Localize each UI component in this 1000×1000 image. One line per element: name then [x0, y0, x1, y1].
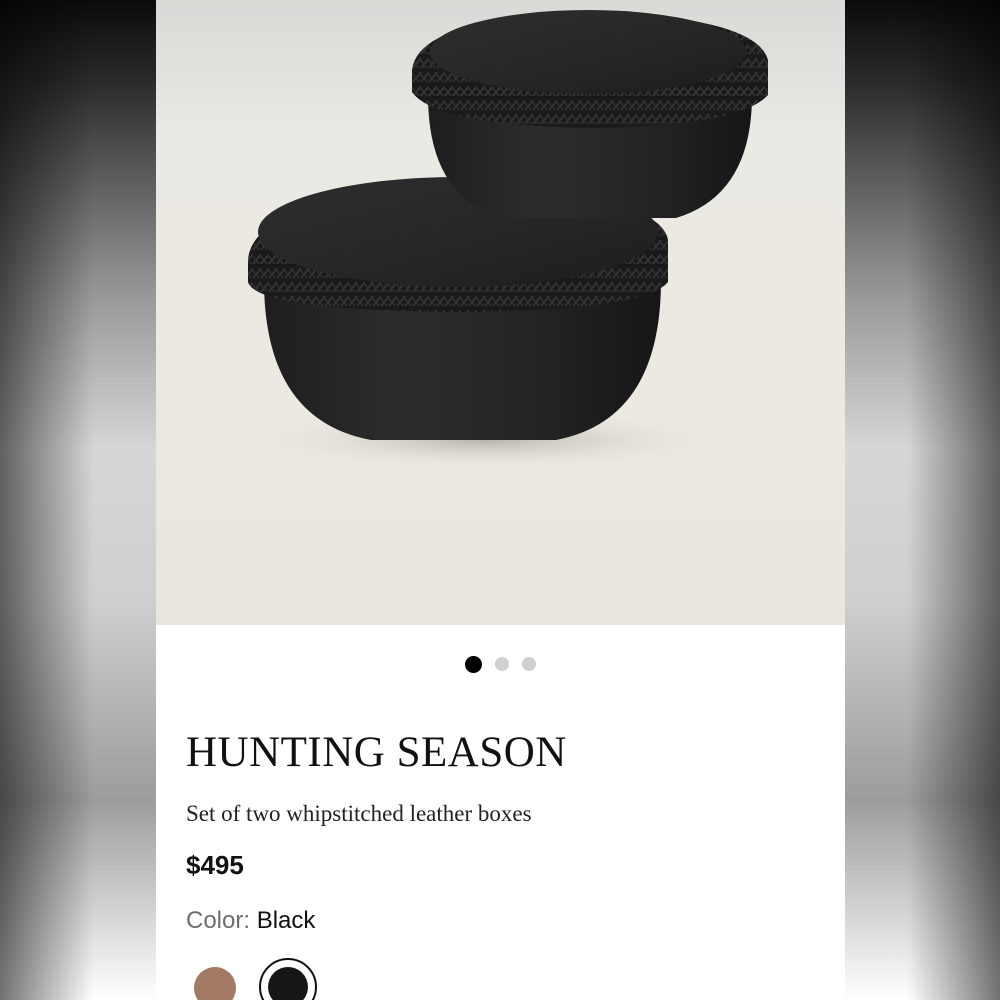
product-price: $495: [186, 850, 244, 880]
blurred-backdrop-right: [845, 0, 1000, 1000]
carousel-dot-2[interactable]: [495, 657, 509, 671]
carousel-dots: [156, 656, 845, 673]
leather-boxes-photo: [246, 10, 768, 470]
color-swatch-black-fill: [268, 967, 308, 1000]
color-swatch-black[interactable]: [259, 958, 317, 1000]
carousel-dot-3[interactable]: [522, 657, 536, 671]
carousel-dot-1[interactable]: [465, 656, 482, 673]
color-selection-label: Color: Black: [186, 907, 315, 935]
color-value: Black: [256, 907, 316, 934]
brand-name[interactable]: HUNTING SEASON: [186, 728, 567, 777]
product-description: Set of two whipstitched leather boxes: [186, 801, 532, 826]
product-detail-panel: HUNTING SEASON Set of two whipstitched l…: [156, 0, 845, 1000]
color-swatch-brown[interactable]: [194, 967, 236, 1000]
product-image[interactable]: [156, 0, 845, 625]
blurred-backdrop-left: [0, 0, 156, 1000]
color-label: Color:: [186, 907, 251, 934]
